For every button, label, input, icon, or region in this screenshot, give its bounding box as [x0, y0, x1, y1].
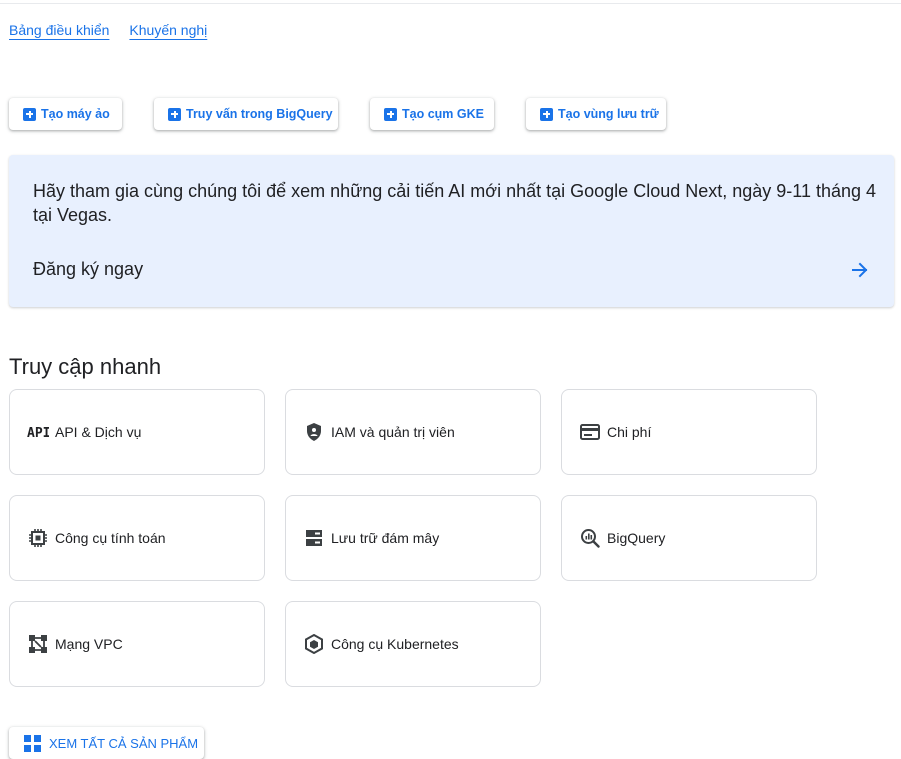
- query-bigquery-label: Truy vấn trong BigQuery: [186, 107, 333, 121]
- card-iam-admin[interactable]: IAM và quản trị viên: [285, 389, 541, 475]
- card-api-services[interactable]: API API & Dịch vụ: [9, 389, 265, 475]
- create-gke-cluster-button[interactable]: Tạo cụm GKE: [370, 98, 494, 130]
- card-compute-engine[interactable]: Công cụ tính toán: [9, 495, 265, 581]
- quick-actions-bar: Tạo máy ảo Truy vấn trong BigQuery Tạo c…: [9, 98, 889, 130]
- tab-bar: Bảng điều khiển Khuyến nghị: [9, 22, 207, 38]
- svg-text:API: API: [27, 426, 49, 439]
- vpc-network-icon: [27, 633, 49, 655]
- create-bucket-button[interactable]: Tạo vùng lưu trữ: [526, 98, 666, 130]
- add-box-icon: [384, 107, 397, 121]
- card-vpc-network[interactable]: Mạng VPC: [9, 601, 265, 687]
- bigquery-icon: [579, 527, 601, 549]
- add-box-icon: [540, 107, 553, 121]
- create-bucket-label: Tạo vùng lưu trữ: [558, 107, 659, 121]
- register-link[interactable]: Đăng ký ngay: [33, 259, 143, 280]
- top-divider: [0, 3, 901, 4]
- create-gke-cluster-label: Tạo cụm GKE: [402, 107, 484, 121]
- quick-access-grid: API API & Dịch vụ IAM và quản trị viên C…: [9, 389, 829, 689]
- card-label: Mạng VPC: [55, 636, 123, 652]
- create-vm-button[interactable]: Tạo máy ảo: [9, 98, 122, 130]
- tab-recommendations[interactable]: Khuyến nghị: [129, 22, 207, 38]
- shield-icon: [303, 421, 325, 443]
- kubernetes-icon: [303, 633, 325, 655]
- banner-text: Hãy tham gia cùng chúng tôi để xem những…: [33, 181, 877, 225]
- card-label: Chi phí: [607, 424, 652, 440]
- card-bigquery[interactable]: BigQuery: [561, 495, 817, 581]
- grid-icon: [24, 734, 41, 752]
- api-icon: API: [27, 421, 49, 443]
- view-all-products-button[interactable]: XEM TẤT CẢ SẢN PHẨM: [9, 727, 204, 759]
- quick-access-title: Truy cập nhanh: [9, 354, 162, 379]
- add-box-icon: [168, 107, 181, 121]
- promo-banner: Hãy tham gia cùng chúng tôi để xem những…: [9, 155, 894, 307]
- card-label: Công cụ Kubernetes: [331, 636, 459, 652]
- add-box-icon: [23, 107, 36, 121]
- card-billing[interactable]: Chi phí: [561, 389, 817, 475]
- chip-icon: [27, 527, 49, 549]
- card-label: API & Dịch vụ: [55, 424, 142, 440]
- card-cloud-storage[interactable]: Lưu trữ đám mây: [285, 495, 541, 581]
- billing-icon: [579, 421, 601, 443]
- card-label: Công cụ tính toán: [55, 530, 166, 546]
- card-kubernetes-engine[interactable]: Công cụ Kubernetes: [285, 601, 541, 687]
- tab-dashboard[interactable]: Bảng điều khiển: [9, 22, 109, 38]
- arrow-right-icon[interactable]: [850, 260, 870, 280]
- card-label: IAM và quản trị viên: [331, 424, 455, 440]
- card-label: BigQuery: [607, 530, 666, 546]
- view-all-products-label: XEM TẤT CẢ SẢN PHẨM: [49, 735, 199, 751]
- create-vm-label: Tạo máy ảo: [41, 107, 110, 121]
- query-bigquery-button[interactable]: Truy vấn trong BigQuery: [154, 98, 338, 130]
- storage-icon: [303, 527, 325, 549]
- card-label: Lưu trữ đám mây: [331, 530, 440, 546]
